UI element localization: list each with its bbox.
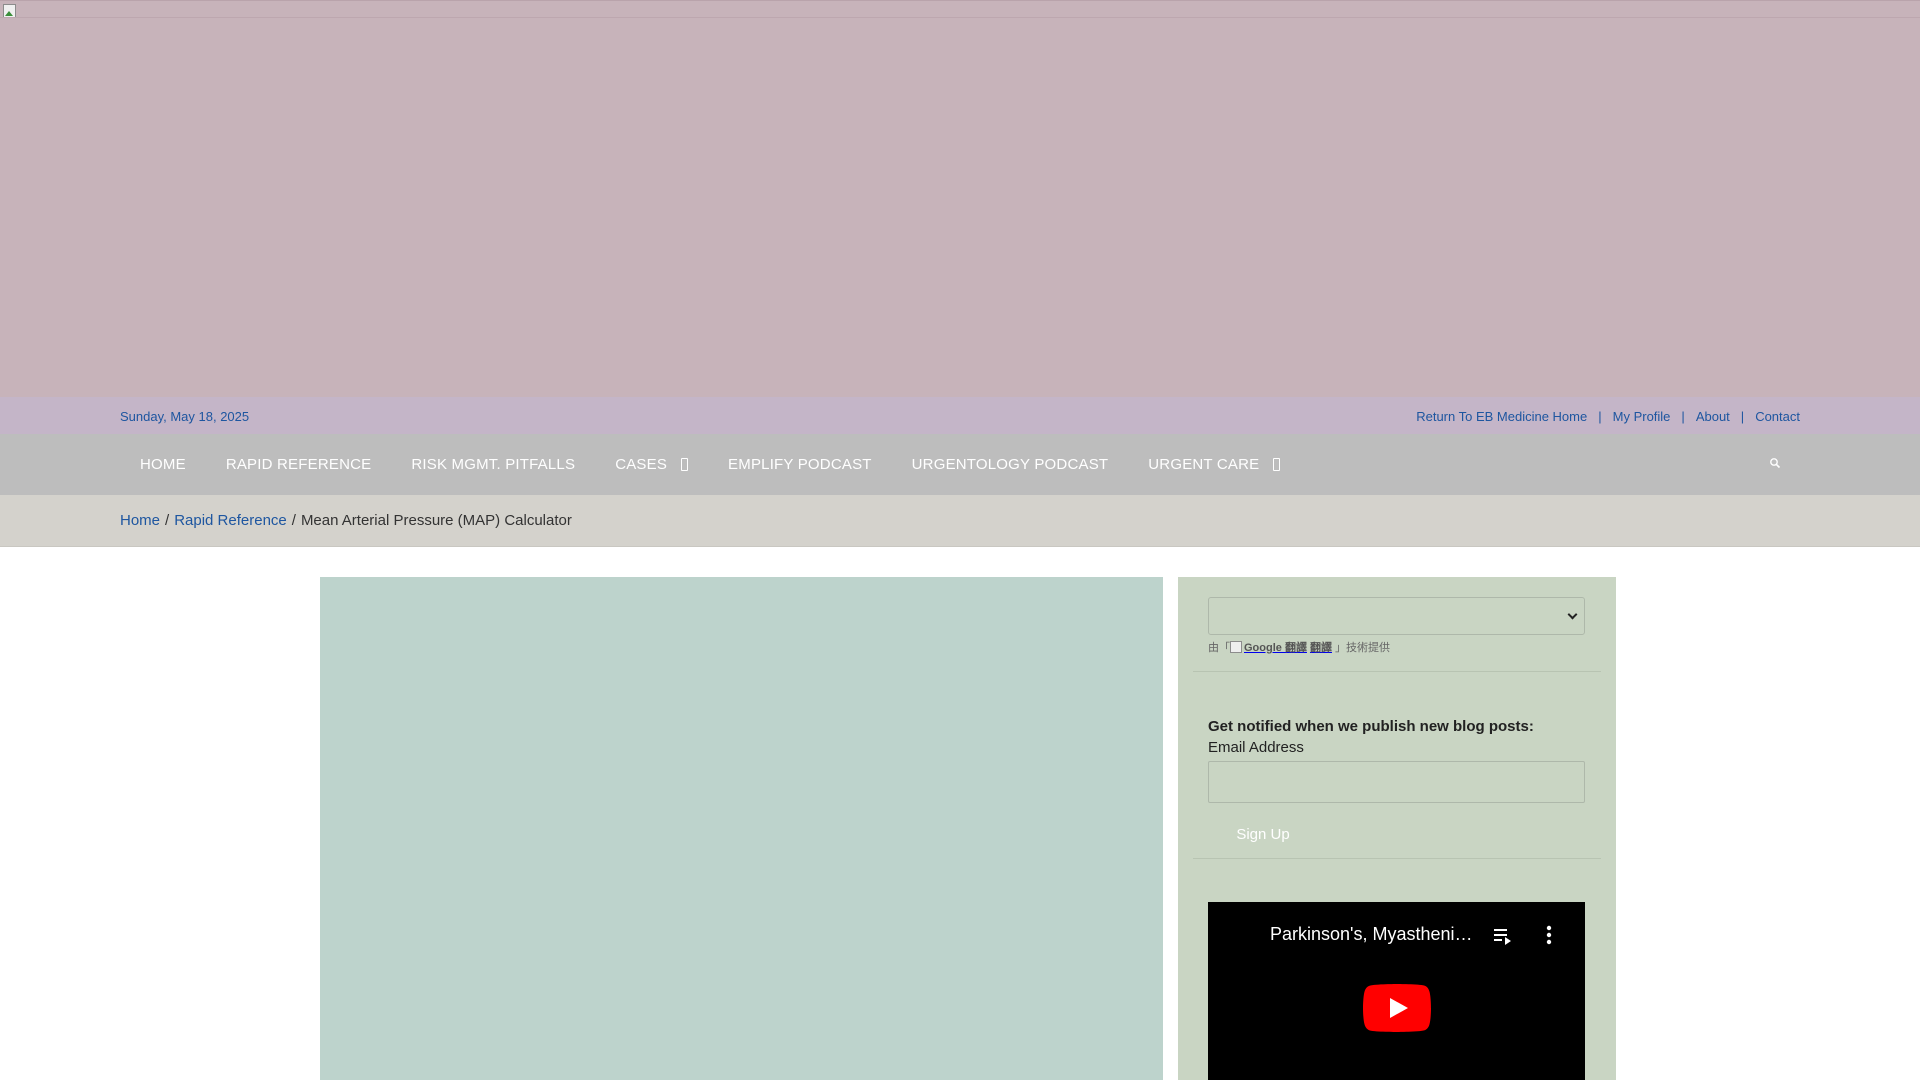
subscribe-title: Get notified when we publish new blog po… [1208, 718, 1534, 735]
nav-item-emplify-podcast[interactable]: EMPLIFY PODCAST [708, 434, 892, 495]
return-home-link[interactable]: Return To EB Medicine Home [1416, 409, 1587, 424]
video-widget: Parkinson's, Myasthenia Gravis, and Mult… [1193, 902, 1601, 1080]
youtube-embed[interactable]: Parkinson's, Myasthenia Gravis, and Mult… [1208, 902, 1585, 1080]
nav-label: HOME [140, 456, 186, 473]
my-profile-link[interactable]: My Profile [1613, 409, 1671, 424]
nav-label: CASES [615, 456, 668, 473]
dropdown-icon [681, 458, 689, 471]
language-select[interactable] [1208, 597, 1585, 635]
main-navigation: HOME RAPID REFERENCE RISK MGMT. PITFALLS… [0, 434, 1920, 495]
google-logo-alt: Google 翻譯 [1244, 642, 1307, 654]
powered-suffix: 」技術提供 [1334, 642, 1390, 654]
nav-item-rapid-reference[interactable]: RAPID REFERENCE [206, 434, 392, 495]
main-content-placeholder [320, 577, 1163, 1080]
video-title[interactable]: Parkinson's, Myasthenia Gravis, and Mult… [1270, 924, 1480, 945]
nav-item-risk-mgmt-pitfalls[interactable]: RISK MGMT. PITFALLS [391, 434, 595, 495]
breadcrumb-home-link[interactable]: Home [120, 512, 160, 529]
nav-label: EMPLIFY PODCAST [728, 456, 872, 473]
powered-prefix: 由「 [1208, 642, 1230, 654]
search-icon[interactable] [1769, 457, 1781, 469]
banner-divider [0, 17, 1920, 18]
email-field[interactable] [1208, 761, 1585, 803]
broken-image-icon [1230, 641, 1242, 653]
more-options-icon[interactable] [1544, 924, 1554, 946]
breadcrumb-separator: / [165, 512, 170, 529]
separator: | [1681, 409, 1685, 424]
utility-links: Return To EB Medicine Home | My Profile … [1416, 409, 1800, 424]
hero-banner [0, 0, 1920, 397]
email-label: Email Address [1208, 739, 1304, 756]
google-translate-link[interactable]: Google 翻譯 翻譯 [1230, 639, 1335, 655]
breadcrumb-section-link[interactable]: Rapid Reference [174, 512, 287, 529]
about-link[interactable]: About [1696, 409, 1730, 424]
subscribe-widget: Get notified when we publish new blog po… [1193, 701, 1601, 859]
powered-by-google: 由「 Google 翻譯 翻譯 」技術提供 [1208, 639, 1390, 655]
current-date: Sunday, May 18, 2025 [120, 409, 250, 424]
translate-word: 翻譯 [1309, 642, 1332, 654]
sidebar: 由「 Google 翻譯 翻譯 」技術提供 Get notified when … [1178, 577, 1616, 1080]
dropdown-icon [1273, 458, 1281, 471]
nav-label: RAPID REFERENCE [225, 456, 372, 473]
nav-label: RISK MGMT. PITFALLS [411, 456, 576, 473]
nav-label: URGENT CARE [1148, 456, 1260, 473]
breadcrumb-current: Mean Arterial Pressure (MAP) Calculator [300, 512, 572, 529]
breadcrumb: Home / Rapid Reference / Mean Arterial Press… [0, 495, 1920, 547]
play-icon[interactable] [1363, 984, 1431, 1032]
playlist-icon[interactable] [1493, 926, 1515, 946]
separator: | [1598, 409, 1602, 424]
nav-item-urgentology-podcast[interactable]: URGENTOLOGY PODCAST [892, 434, 1129, 495]
chevron-down-icon [1567, 609, 1578, 620]
nav-item-cases[interactable]: CASES [595, 434, 708, 495]
separator: | [1740, 409, 1745, 424]
nav-item-home[interactable]: HOME [120, 434, 206, 495]
nav-item-urgent-care[interactable]: URGENT CARE [1128, 434, 1300, 495]
sign-up-button[interactable]: Sign Up [1208, 817, 1318, 853]
contact-link[interactable]: Contact [1755, 409, 1800, 424]
nav-label: URGENTOLOGY PODCAST [911, 456, 1109, 473]
translate-widget: 由「 Google 翻譯 翻譯 」技術提供 [1193, 577, 1601, 672]
top-utility-bar: Sunday, May 18, 2025 Return To EB Medici… [0, 397, 1920, 434]
breadcrumb-separator: / [291, 512, 296, 529]
